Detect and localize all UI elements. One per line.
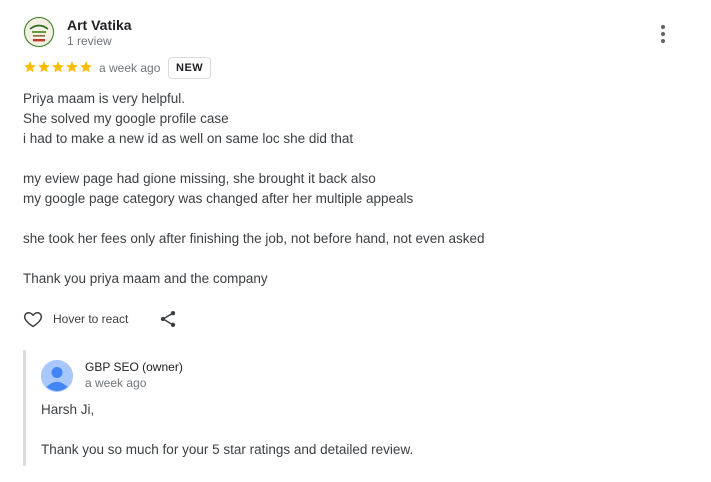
text-line: she took her fees only after finishing t… <box>23 231 485 246</box>
reviewer-review-count: 1 review <box>67 34 112 48</box>
star-icon <box>38 61 50 73</box>
owner-name[interactable]: GBP SEO (owner) <box>85 360 183 374</box>
heart-outline-icon <box>23 312 43 328</box>
more-options-button[interactable] <box>651 22 675 46</box>
owner-avatar[interactable] <box>41 360 73 392</box>
share-icon <box>160 311 176 327</box>
text-line: Priya maam is very helpful. <box>23 91 186 106</box>
react-button[interactable]: Hover to react <box>23 309 128 329</box>
react-label: Hover to react <box>53 312 129 326</box>
more-vertical-icon <box>661 25 665 29</box>
new-badge: NEW <box>168 57 212 79</box>
share-button[interactable] <box>158 309 178 329</box>
review-text: Priya maam is very helpful. She solved my… <box>23 89 663 289</box>
review-time: a week ago <box>99 61 161 75</box>
reviewer-name[interactable]: Art Vatika <box>67 17 132 33</box>
reply-time: a week ago <box>85 376 147 390</box>
star-icon <box>52 61 64 73</box>
text-line: She solved my google profile case <box>23 111 229 126</box>
text-line: i had to make a new id as well on same l… <box>23 131 354 146</box>
reviewer-avatar[interactable] <box>23 16 55 48</box>
star-icon <box>24 61 36 73</box>
text-line: my google page category was changed afte… <box>23 191 414 206</box>
star-icon <box>80 61 92 73</box>
text-line: Thank you priya maam and the company <box>23 271 268 286</box>
text-line: my eview page had gione missing, she bro… <box>23 171 376 186</box>
reply-text: Harsh Ji, Thank you so much for your 5 st… <box>41 400 661 460</box>
star-rating <box>23 60 93 74</box>
person-avatar-icon <box>41 360 73 392</box>
text-line: Thank you so much for your 5 star rating… <box>41 442 414 457</box>
business-logo-icon <box>23 16 55 48</box>
star-icon <box>66 61 78 73</box>
owner-reply: GBP SEO (owner) a week ago Harsh Ji, Than… <box>23 350 686 466</box>
text-line: Harsh Ji, <box>41 402 95 417</box>
